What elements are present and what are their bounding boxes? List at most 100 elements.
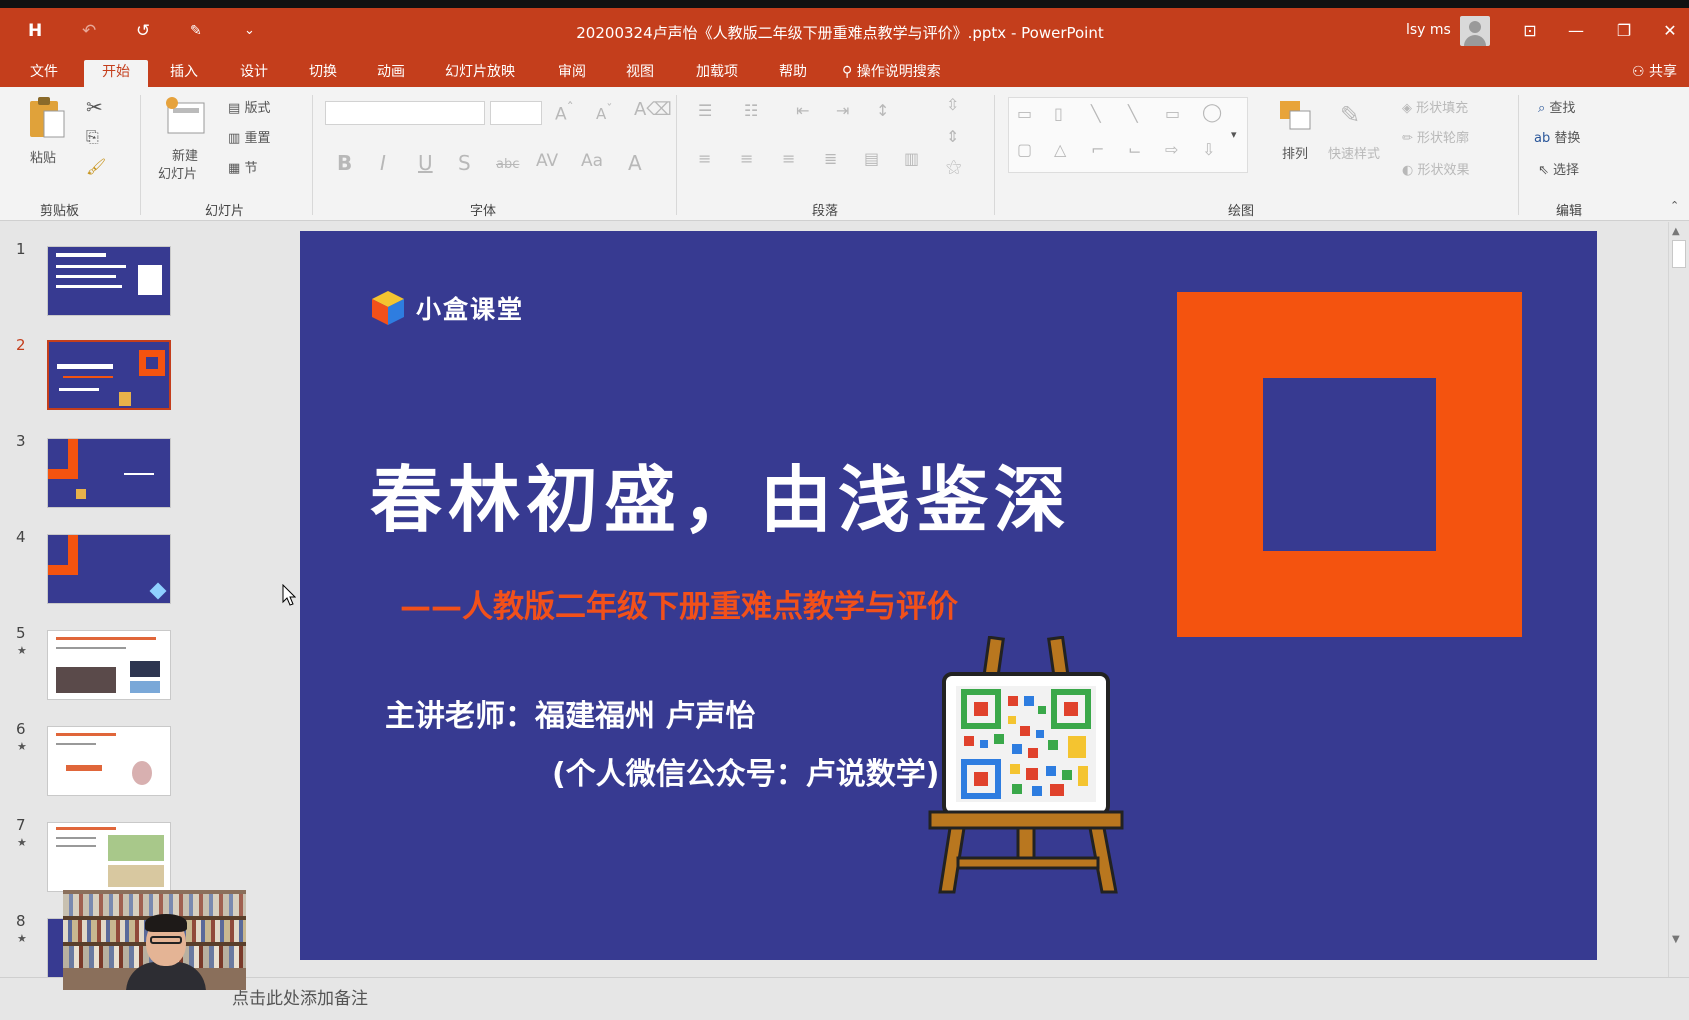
close-button[interactable]: ✕	[1655, 18, 1685, 44]
right-arrow-icon[interactable]: ⇨	[1165, 140, 1178, 159]
italic-button[interactable]: I	[380, 151, 386, 175]
triangle-icon[interactable]: △	[1054, 140, 1066, 159]
cut-icon[interactable]: ✂	[86, 95, 103, 119]
tab-slideshow[interactable]: 幻灯片放映	[441, 60, 519, 87]
ribbon-display-options-icon[interactable]: ⊡	[1515, 18, 1545, 44]
tab-file[interactable]: 文件	[26, 60, 62, 87]
minimize-button[interactable]: —	[1561, 18, 1591, 44]
customize-qat-icon[interactable]: ⌄	[244, 20, 255, 42]
avatar[interactable]	[1460, 16, 1490, 46]
copy-icon[interactable]: ⎘	[86, 127, 99, 147]
text-direction-icon[interactable]: ⇳	[946, 95, 959, 114]
vertical-scrollbar[interactable]: ▲ ▼	[1668, 222, 1689, 977]
align-right-icon[interactable]: ≡	[782, 149, 795, 168]
font-size-combo[interactable]	[490, 101, 542, 125]
vertical-text-box-icon[interactable]: ▯	[1054, 104, 1063, 123]
tab-help[interactable]: 帮助	[775, 60, 811, 87]
decrease-indent-icon[interactable]: ⇤	[796, 101, 809, 120]
save-icon[interactable]: H	[28, 20, 42, 42]
rectangle-icon[interactable]: ▭	[1165, 104, 1180, 123]
teacher-line[interactable]: 主讲老师：福建福州 卢声怡	[385, 691, 755, 735]
font-color-button[interactable]: A	[628, 151, 642, 175]
easel-qr-illustration[interactable]	[928, 636, 1128, 896]
line-spacing-icon[interactable]: ↕	[876, 101, 889, 120]
decorative-square[interactable]	[1177, 292, 1522, 637]
tab-review[interactable]: 审阅	[554, 60, 590, 87]
numbering-icon[interactable]: ☷	[744, 101, 758, 120]
collapse-ribbon-icon[interactable]: ⌃	[1670, 199, 1679, 212]
scroll-up-icon[interactable]: ▲	[1672, 226, 1680, 237]
slide-thumbnail[interactable]	[47, 438, 171, 508]
find-button[interactable]: ⌕ 查找	[1538, 97, 1575, 116]
strikethrough-button[interactable]: abc	[496, 157, 519, 172]
shape-outline-button[interactable]: ✏ 形状轮廓	[1402, 127, 1469, 146]
shapes-gallery[interactable]: ▭ ▯ ╲ ╲ ▭ ◯ ▢ △ ⌐ ⌙ ⇨ ⇩ ▾	[1008, 97, 1248, 173]
justify-icon[interactable]: ≣	[824, 149, 837, 168]
increase-font-icon[interactable]: Aˆ	[555, 101, 574, 125]
increase-indent-icon[interactable]: ⇥	[836, 101, 849, 120]
character-spacing-button[interactable]: AV	[536, 151, 558, 171]
share-button[interactable]: ⚇ 共享	[1632, 60, 1677, 84]
align-center-icon[interactable]: ≡	[740, 149, 753, 168]
notes-placeholder[interactable]: 点击此处添加备注	[232, 984, 368, 1009]
columns-icon[interactable]: ▥	[904, 149, 919, 168]
notes-pane[interactable]: 点击此处添加备注	[0, 977, 1689, 1020]
slide-thumbnail[interactable]	[47, 726, 171, 796]
slide-thumbnail[interactable]	[47, 630, 171, 700]
underline-button[interactable]: U	[418, 151, 433, 175]
shape-effects-button[interactable]: ◐ 形状效果	[1402, 159, 1470, 178]
clear-formatting-icon[interactable]: A⌫	[634, 99, 672, 120]
distributed-icon[interactable]: ▤	[864, 149, 879, 168]
tab-animations[interactable]: 动画	[373, 60, 409, 87]
section-button[interactable]: ▦ 节	[228, 157, 257, 176]
arrow-line-icon[interactable]: ╲	[1128, 104, 1138, 123]
redo-icon[interactable]: ↺	[136, 20, 150, 42]
slide-thumbnail[interactable]	[47, 534, 171, 604]
slide-subtitle[interactable]: ——人教版二年级下册重难点教学与评价	[400, 581, 958, 626]
connector-icon[interactable]: ⌐	[1091, 140, 1104, 159]
restore-button[interactable]: ❐	[1609, 18, 1639, 44]
quick-styles-label[interactable]: 快速样式	[1328, 143, 1380, 162]
format-painter-icon[interactable]: 🖌	[86, 157, 106, 176]
tab-design[interactable]: 设计	[236, 60, 272, 87]
rounded-rect-icon[interactable]: ▢	[1017, 140, 1032, 159]
elbow-connector-icon[interactable]: ⌙	[1128, 140, 1141, 159]
replace-button[interactable]: ab 替换	[1534, 127, 1580, 146]
arrange-label[interactable]: 排列	[1282, 143, 1308, 162]
font-name-combo[interactable]	[325, 101, 485, 125]
shape-fill-button[interactable]: ◈ 形状填充	[1402, 97, 1468, 116]
slide-thumbnail[interactable]	[47, 822, 171, 892]
new-slide-label-2[interactable]: 幻灯片	[158, 163, 197, 182]
tab-transitions[interactable]: 切换	[305, 60, 341, 87]
slide-thumbnail[interactable]	[47, 246, 171, 316]
bullets-icon[interactable]: ☰	[698, 101, 712, 120]
align-left-icon[interactable]: ≡	[698, 149, 711, 168]
bold-button[interactable]: B	[337, 151, 352, 175]
tab-view[interactable]: 视图	[622, 60, 658, 87]
smartart-icon[interactable]: ⚝	[946, 157, 962, 177]
new-slide-icon[interactable]	[164, 95, 208, 141]
touch-mode-icon[interactable]: ✎	[190, 20, 202, 42]
select-button[interactable]: ⇖ 选择	[1538, 159, 1579, 178]
tab-home[interactable]: 开始	[84, 60, 148, 87]
slide-title[interactable]: 春林初盛，由浅鉴深	[370, 441, 1072, 546]
layout-button[interactable]: ▤ 版式	[228, 97, 270, 116]
reset-button[interactable]: ▥ 重置	[228, 127, 270, 146]
tab-insert[interactable]: 插入	[166, 60, 202, 87]
quick-styles-icon[interactable]: ✎	[1340, 101, 1360, 129]
line-icon[interactable]: ╲	[1091, 104, 1101, 123]
tell-me-search[interactable]: ⚲ 操作说明搜索	[838, 60, 945, 87]
new-slide-label[interactable]: 新建	[172, 145, 198, 164]
gallery-more-icon[interactable]: ▾	[1231, 128, 1237, 141]
slide-thumbnail-selected[interactable]	[47, 340, 171, 410]
change-case-button[interactable]: Aa	[581, 151, 603, 171]
shadow-button[interactable]: S	[458, 151, 471, 175]
arrange-icon[interactable]	[1276, 97, 1316, 141]
decrease-font-icon[interactable]: Aˇ	[596, 101, 613, 123]
tab-addins[interactable]: 加载项	[692, 60, 742, 87]
undo-icon[interactable]: ↶	[82, 20, 96, 42]
paste-label[interactable]: 粘贴	[30, 147, 56, 166]
scroll-thumb[interactable]	[1672, 240, 1686, 268]
down-arrow-icon[interactable]: ⇩	[1202, 140, 1215, 159]
paste-icon[interactable]	[26, 95, 68, 143]
